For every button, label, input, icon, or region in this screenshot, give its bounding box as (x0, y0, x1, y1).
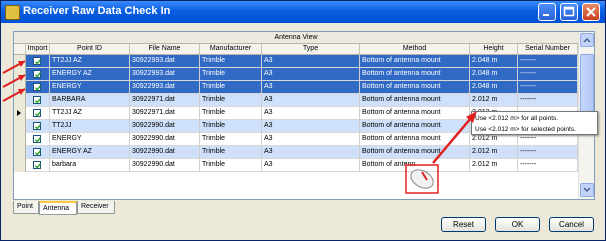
annotation-arrow-row2 (2, 74, 26, 88)
annotation-arrow-to-height (432, 111, 477, 164)
annotation-overlay (2, 60, 477, 194)
annotation-arrow-row1 (2, 60, 26, 74)
mouse-icon (405, 164, 439, 194)
annotation-arrow-row3 (2, 88, 26, 102)
dialog-window: Receiver Raw Data Check In Antenna View … (0, 0, 606, 241)
